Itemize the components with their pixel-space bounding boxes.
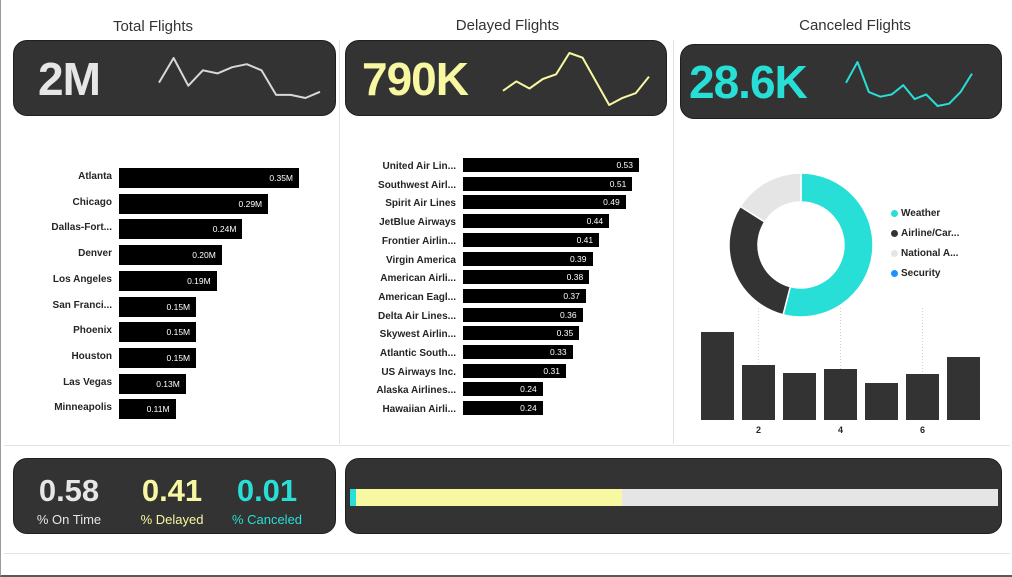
airline-label: Alaska Airlines... [376, 385, 456, 397]
legend-item[interactable]: Weather [891, 208, 940, 219]
weekday-bar[interactable] [783, 373, 816, 420]
x-tick-label: 4 [838, 425, 843, 435]
airline-value-label: 0.44 [586, 216, 604, 227]
airline-label: American Eagl... [378, 291, 456, 303]
on-time-percent-value: 0.58 [38, 473, 100, 508]
row-divider [4, 445, 1010, 446]
legend-label: Security [901, 268, 941, 279]
x-tick-label: 2 [756, 425, 761, 435]
weekday-bar[interactable] [701, 332, 734, 420]
airline-value-label: 0.35 [556, 328, 574, 339]
airline-value-label: 0.37 [563, 290, 580, 301]
legend-label: Weather [901, 208, 941, 219]
airline-value-label: 0.53 [616, 160, 633, 170]
composition-card[interactable] [345, 458, 1002, 534]
airline-value-label: 0.31 [543, 365, 560, 376]
airline-value-label: 0.36 [560, 309, 577, 320]
on-time-percent-label: % On Time [36, 512, 102, 527]
legend-label: Airline/Car... [901, 228, 960, 239]
weekday-bar[interactable] [906, 374, 939, 420]
legend-item[interactable]: Airline/Car... [891, 228, 959, 239]
weekday-bar[interactable] [824, 369, 857, 420]
delayed-percent-label: % Delayed [140, 512, 204, 527]
canceled-percent-value: 0.01 [236, 473, 298, 508]
airline-label: Spirit Air Lines [385, 198, 456, 210]
airline-value-label: 0.39 [569, 253, 587, 264]
airline-value-label: 0.51 [609, 178, 627, 189]
x-tick-label: 6 [920, 425, 925, 435]
legend-dot [891, 229, 898, 237]
canceled-flights-card[interactable]: 28.6K [680, 44, 1002, 119]
percent-stats-card[interactable]: 0.58 % On Time 0.41 % Delayed 0.01 % Can… [13, 458, 336, 534]
weekday-bar[interactable] [947, 357, 980, 420]
delayed-percent-value: 0.41 [141, 473, 203, 508]
canceled-flights-value: 28.6K [689, 56, 808, 108]
airline-value-label: 0.38 [566, 272, 584, 283]
legend-dot [891, 269, 898, 277]
airline-label: Virgin America [385, 254, 456, 266]
weekday-bar-chart: 2 4 6 [701, 308, 980, 435]
airline-value-label: 0.41 [576, 234, 594, 245]
composition-segment-delayed[interactable] [356, 489, 623, 506]
airline-label: US Airways Inc. [381, 366, 456, 378]
airline-value-label: 0.33 [550, 347, 567, 357]
airline-label: Hawaiian Airli... [382, 404, 456, 416]
airlines-bar-chart: United Air Lin... 0.53 Southwest Airl... 0.… [0, 0, 673, 445]
composition-segment-on-time[interactable] [622, 489, 998, 506]
airline-label: United Air Lin... [382, 161, 456, 172]
airline-label: Delta Air Lines... [378, 310, 456, 322]
airline-label: Southwest Airl... [378, 179, 456, 191]
airline-label: Atlantic South... [379, 348, 456, 359]
airline-value-label: 0.49 [603, 197, 620, 208]
airline-label: JetBlue Airways [379, 217, 456, 229]
legend-dot [891, 209, 898, 217]
airline-label: Skywest Airlin... [379, 329, 456, 341]
column-divider-right [673, 40, 674, 444]
canceled-flights-title: Canceled Flights [799, 17, 911, 34]
weekday-bar[interactable] [742, 365, 775, 420]
airline-value-label: 0.24 [520, 403, 537, 414]
airline-label: American Airli... [380, 273, 456, 285]
footer-divider [4, 553, 1010, 554]
legend-label: National A... [901, 248, 959, 259]
canceled-flights-sparkline [845, 61, 973, 107]
composition-bar [350, 489, 998, 506]
donut-slice[interactable] [728, 205, 792, 316]
airline-value-label: 0.24 [520, 384, 537, 395]
canceled-percent-label: % Canceled [231, 512, 303, 527]
legend-item[interactable]: National A... [891, 248, 958, 259]
legend-dot [891, 249, 898, 257]
weekday-bar[interactable] [865, 383, 898, 420]
legend-item[interactable]: Security [891, 268, 940, 279]
airline-label: Frontier Airlin... [381, 235, 456, 247]
